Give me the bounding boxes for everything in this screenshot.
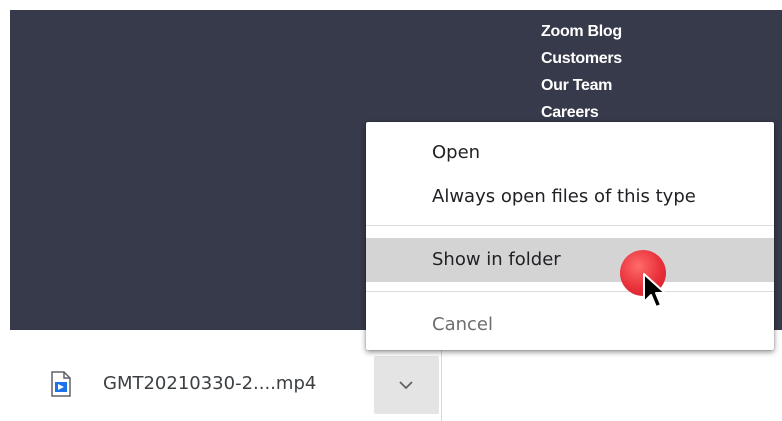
menu-item-always-open[interactable]: Always open files of this type [366,175,774,219]
menu-item-show-in-folder-label: Show in folder [432,249,561,270]
menu-item-show-in-folder[interactable]: Show in folder [366,238,774,282]
menu-item-always-open-label: Always open files of this type [432,186,696,207]
menu-divider [366,291,774,292]
mouse-pointer-icon [643,273,666,308]
footer-link-our-team[interactable]: Our Team [541,72,622,99]
footer-links: Zoom Blog Customers Our Team Careers [541,18,622,126]
menu-item-cancel-label: Cancel [432,314,493,335]
menu-divider [366,225,774,226]
footer-link-customers[interactable]: Customers [541,45,622,72]
menu-item-cancel[interactable]: Cancel [366,303,774,347]
menu-item-open[interactable]: Open [366,131,774,175]
video-file-icon [50,371,72,397]
download-menu-button[interactable] [374,356,439,414]
menu-item-open-label: Open [432,142,481,163]
download-context-menu: Open Always open files of this type Show… [366,122,774,350]
download-item[interactable]: GMT20210330-2....mp4 [50,356,450,415]
screen: Zoom Blog Customers Our Team Careers GMT… [0,0,782,421]
footer-link-zoom-blog[interactable]: Zoom Blog [541,18,622,45]
chevron-down-icon [399,381,413,390]
download-file-name: GMT20210330-2....mp4 [103,373,317,394]
